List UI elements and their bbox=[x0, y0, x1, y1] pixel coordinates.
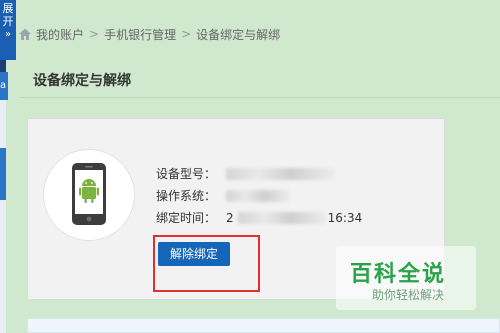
expand-chevron-icon: » bbox=[4, 29, 12, 40]
breadcrumb-current-page: 设备绑定与解绑 bbox=[196, 27, 281, 42]
unbind-button[interactable]: 解除绑定 bbox=[158, 242, 230, 266]
watermark-main-text: 百科全说 bbox=[350, 262, 447, 287]
title-divider bbox=[20, 97, 500, 98]
bind-time-prefix: 2 bbox=[226, 211, 234, 225]
watermark-sub-text: 助你轻松解决 bbox=[372, 288, 445, 302]
side-nav-button[interactable]: a bbox=[0, 72, 8, 100]
breadcrumb-separator: > bbox=[89, 27, 100, 41]
expand-tab-char-2: 开 bbox=[2, 15, 14, 28]
side-nav-char: a bbox=[0, 80, 7, 91]
bind-time-value-redacted bbox=[237, 212, 326, 224]
side-nav-button-2[interactable] bbox=[0, 148, 6, 200]
device-model-row: 设备型号： bbox=[156, 163, 362, 185]
expand-tab-char-1: 展 bbox=[2, 2, 14, 15]
os-value-redacted bbox=[226, 190, 290, 202]
device-model-label: 设备型号： bbox=[156, 167, 217, 181]
bind-time-row: 绑定时间： 2 16:34 bbox=[156, 207, 362, 229]
bind-time-label: 绑定时间： bbox=[156, 211, 217, 225]
android-phone-icon bbox=[72, 163, 106, 225]
breadcrumb-mobile-banking[interactable]: 手机银行管理 bbox=[104, 26, 176, 43]
home-icon[interactable] bbox=[18, 27, 32, 41]
device-info: 设备型号： 操作系统： 绑定时间： 2 16:34 bbox=[156, 163, 362, 229]
bottom-panel bbox=[27, 318, 500, 333]
breadcrumb-my-account[interactable]: 我的账户 bbox=[36, 26, 84, 43]
device-image bbox=[43, 149, 135, 241]
bind-time-suffix: 16:34 bbox=[327, 211, 363, 225]
os-label: 操作系统： bbox=[156, 189, 217, 203]
os-row: 操作系统： bbox=[156, 185, 362, 207]
page-title: 设备绑定与解绑 bbox=[33, 73, 131, 89]
breadcrumb-separator: > bbox=[181, 27, 192, 41]
watermark-logo: 百科全说 助你轻松解决 bbox=[336, 246, 476, 310]
device-model-value-redacted bbox=[226, 168, 334, 180]
breadcrumb: 我的账户 > 手机银行管理 > 设备绑定与解绑 bbox=[18, 24, 280, 44]
expand-side-tab[interactable]: 展 开 » bbox=[0, 0, 16, 60]
